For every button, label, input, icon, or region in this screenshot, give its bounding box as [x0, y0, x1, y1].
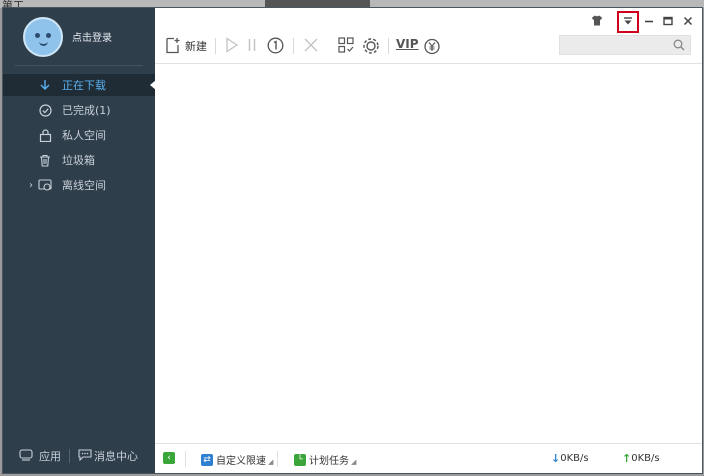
sidebar-footer: 应用 消息中心	[3, 439, 155, 473]
vip-label: VIP	[396, 37, 419, 51]
sidebar-divider	[15, 65, 143, 66]
close-icon	[683, 16, 693, 29]
app-window: 点击登录 正在下载 已完成(1) 私人空间 垃圾箱 › 离线空间 应用 消息中心…	[2, 7, 703, 474]
new-task-label: 新建	[185, 39, 207, 53]
chevron-left-icon: ‹	[163, 452, 175, 464]
start-button[interactable]	[225, 37, 239, 53]
sidebar-item-label: 正在下载	[62, 79, 106, 92]
maximize-button[interactable]	[660, 14, 676, 30]
download-speed: ↓ 0KB/s	[551, 452, 589, 465]
status-divider	[185, 451, 186, 467]
status-divider	[277, 451, 278, 467]
grid-view-button[interactable]	[338, 37, 354, 53]
new-file-icon	[165, 37, 181, 54]
new-task-button[interactable]: 新建	[165, 37, 207, 54]
apps-icon	[19, 448, 33, 464]
sidebar-item-label: 私人空间	[62, 129, 106, 142]
status-bar: ‹ ⇄ 自定义限速 ◢ └ 计划任务 ◢ ↓ 0KB/s ↑ 0KB/s	[155, 443, 702, 473]
upload-arrow-icon: ↑	[622, 452, 632, 465]
sidebar-item-private-space[interactable]: 私人空间	[3, 124, 155, 146]
gear-icon	[362, 37, 380, 55]
schedule-task-label: 计划任务	[309, 456, 349, 467]
sidebar-item-completed[interactable]: 已完成(1)	[3, 99, 155, 121]
sidebar: 点击登录 正在下载 已完成(1) 私人空间 垃圾箱 › 离线空间 应用 消息中心	[3, 8, 156, 473]
money-button[interactable]	[423, 37, 441, 55]
check-circle-icon	[38, 103, 52, 117]
speed-limit-icon: ⇄	[201, 453, 213, 466]
speed-limit-button[interactable]: ⇄ 自定义限速 ◢	[201, 452, 273, 467]
delete-button[interactable]	[303, 37, 319, 53]
message-center-label: 消息中心	[94, 450, 138, 463]
close-x-icon	[303, 37, 319, 53]
skin-button[interactable]	[589, 14, 605, 30]
toolbar: 新建 VIP	[155, 8, 702, 64]
one-circle-icon	[267, 37, 284, 54]
close-button[interactable]	[680, 14, 696, 30]
collapse-sidebar-button[interactable]: ‹	[163, 452, 175, 464]
toolbar-divider	[293, 38, 294, 54]
lock-icon	[38, 128, 52, 142]
search-icon[interactable]	[673, 39, 685, 54]
settings-button[interactable]	[362, 37, 380, 55]
download-icon	[38, 78, 52, 92]
message-icon	[78, 448, 92, 464]
avatar[interactable]	[23, 17, 63, 57]
sidebar-item-trash[interactable]: 垃圾箱	[3, 149, 155, 171]
sidebar-item-downloading[interactable]: 正在下载	[3, 74, 156, 96]
grid-icon	[338, 37, 354, 53]
main-panel: 新建 VIP ‹ ⇄ 自定义限速 ◢ └ 计划任务 ◢ ↓ 0KB/s ↑ 0K…	[155, 8, 702, 473]
avatar-eye	[35, 33, 40, 38]
upload-speed: ↑ 0KB/s	[622, 452, 660, 465]
minimize-icon	[644, 16, 654, 29]
toolbar-divider	[215, 38, 216, 54]
maximize-icon	[663, 16, 673, 29]
chevron-right-icon[interactable]: ›	[29, 180, 33, 191]
schedule-task-button[interactable]: └ 计划任务 ◢	[294, 452, 356, 467]
minimize-button[interactable]	[641, 14, 657, 30]
footer-divider	[69, 449, 70, 463]
cloud-icon	[38, 178, 52, 192]
apps-button[interactable]: 应用	[19, 448, 61, 464]
sidebar-item-label: 已完成(1)	[62, 104, 111, 117]
sidebar-item-label: 离线空间	[62, 179, 106, 192]
download-speed-value: 0KB/s	[560, 453, 589, 464]
corner-triangle-icon: ◢	[268, 457, 274, 466]
trash-icon	[38, 153, 52, 167]
task-list-area[interactable]	[155, 64, 702, 443]
pause-icon	[247, 37, 257, 53]
message-center-button[interactable]: 消息中心	[78, 448, 138, 464]
download-arrow-icon: ↓	[551, 452, 561, 465]
menu-down-icon	[623, 16, 633, 29]
play-icon	[225, 37, 239, 53]
speed-limit-label: 自定义限速	[216, 456, 266, 467]
upload-speed-value: 0KB/s	[631, 453, 660, 464]
clock-icon: └	[294, 453, 306, 466]
login-link[interactable]: 点击登录	[72, 29, 112, 44]
vip-button[interactable]: VIP	[396, 37, 419, 51]
avatar-eye	[46, 33, 51, 38]
avatar-mouth	[39, 41, 48, 46]
pause-button[interactable]	[247, 37, 257, 53]
yen-piggy-icon	[423, 37, 441, 55]
sidebar-item-label: 垃圾箱	[62, 154, 95, 167]
apps-label: 应用	[39, 450, 61, 463]
toolbar-divider	[388, 38, 389, 54]
single-task-button[interactable]	[267, 37, 284, 54]
corner-triangle-icon: ◢	[351, 457, 357, 466]
search-input[interactable]	[559, 35, 691, 55]
tshirt-icon	[591, 15, 603, 29]
sidebar-item-offline-space[interactable]: › 离线空间	[3, 174, 155, 196]
main-menu-button[interactable]	[617, 11, 639, 33]
